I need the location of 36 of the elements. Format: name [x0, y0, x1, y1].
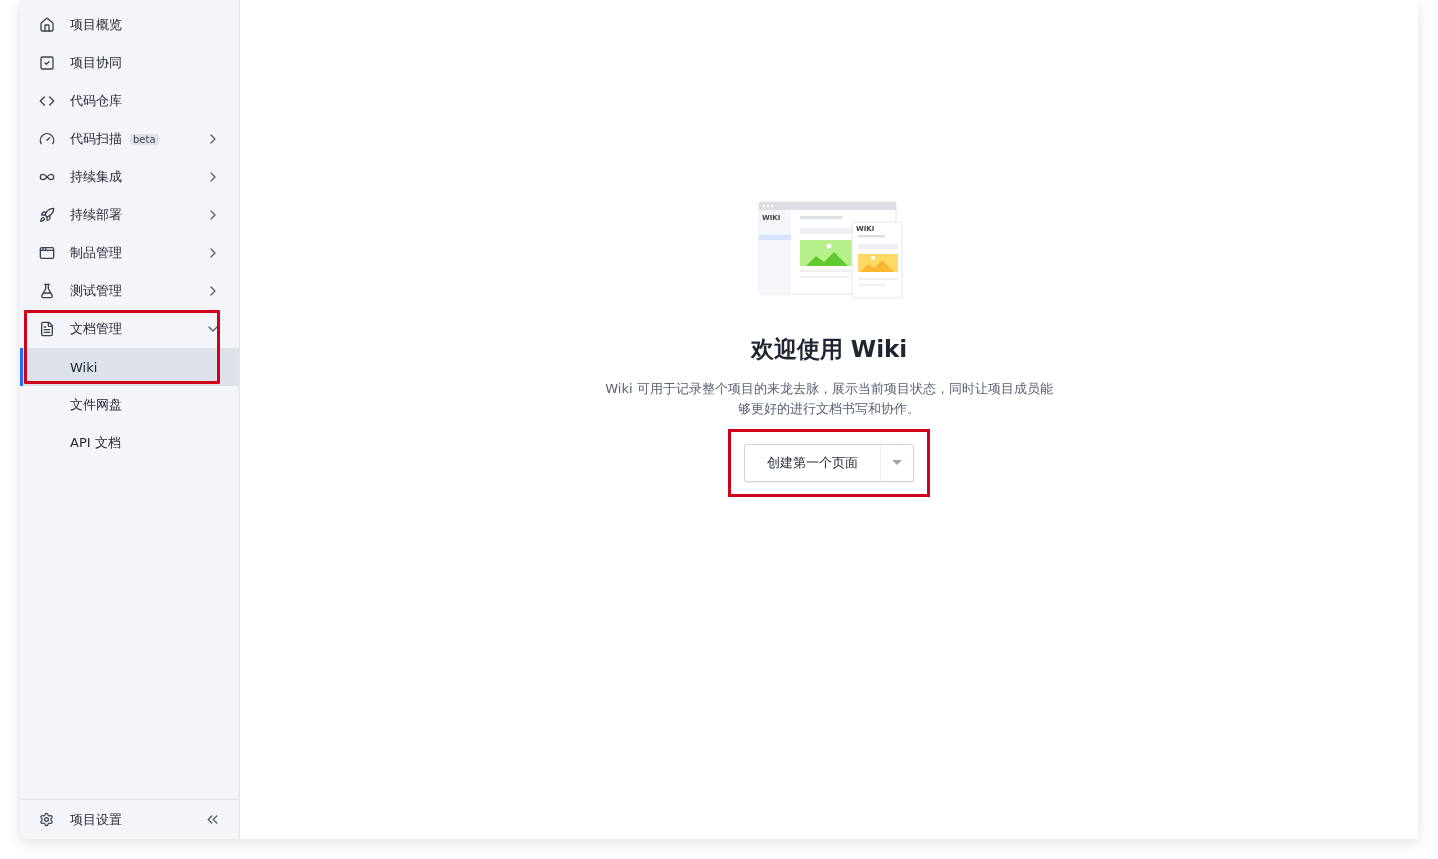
- nav-item[interactable]: 制品管理: [20, 234, 239, 272]
- home-icon: [38, 17, 55, 33]
- gauge-icon: [38, 131, 55, 147]
- nav-label: 文档管理: [70, 320, 122, 338]
- caret-icon: [892, 460, 902, 466]
- nav-item[interactable]: 文档管理: [20, 310, 239, 348]
- nav-label: 制品管理: [70, 244, 122, 262]
- nav-item[interactable]: 项目协同: [20, 44, 239, 82]
- nav-label: 代码仓库: [70, 92, 122, 110]
- beta-badge: beta: [130, 133, 159, 145]
- submenu-item[interactable]: 文件网盘: [20, 386, 239, 424]
- nav-item[interactable]: 持续集成: [20, 158, 239, 196]
- submenu-item[interactable]: Wiki: [20, 348, 239, 386]
- settings-label[interactable]: 项目设置: [70, 810, 122, 829]
- nav-item[interactable]: 持续部署: [20, 196, 239, 234]
- nav-item[interactable]: 测试管理: [20, 272, 239, 310]
- create-page-button[interactable]: 创建第一个页面: [744, 444, 914, 482]
- nav-label: 项目协同: [70, 54, 122, 72]
- nav-item[interactable]: 代码扫描 beta: [20, 120, 239, 158]
- submenu-item[interactable]: API 文档: [20, 424, 239, 462]
- nav-label: 持续部署: [70, 206, 122, 224]
- nav-label: 代码扫描: [70, 130, 122, 148]
- nav-item[interactable]: 项目概览: [20, 6, 239, 44]
- empty-state-description: Wiki 可用于记录整个项目的来龙去脉，展示当前项目状态，同时让项目成员能够更好的进行文档书写和协作。: [604, 380, 1054, 418]
- settings-icon: [39, 812, 54, 827]
- empty-state-title: 欢迎使用 Wiki: [750, 335, 908, 364]
- rocket-icon: [38, 207, 55, 223]
- document-icon: [38, 321, 55, 337]
- nav-label: 项目概览: [70, 16, 122, 34]
- code-icon: [38, 93, 55, 109]
- window-icon: [38, 245, 55, 261]
- nav-item[interactable]: 代码仓库: [20, 82, 239, 120]
- flask-icon: [38, 283, 55, 299]
- checkbox-icon: [38, 55, 55, 71]
- nav-label: 持续集成: [70, 168, 122, 186]
- nav-label: 测试管理: [70, 282, 122, 300]
